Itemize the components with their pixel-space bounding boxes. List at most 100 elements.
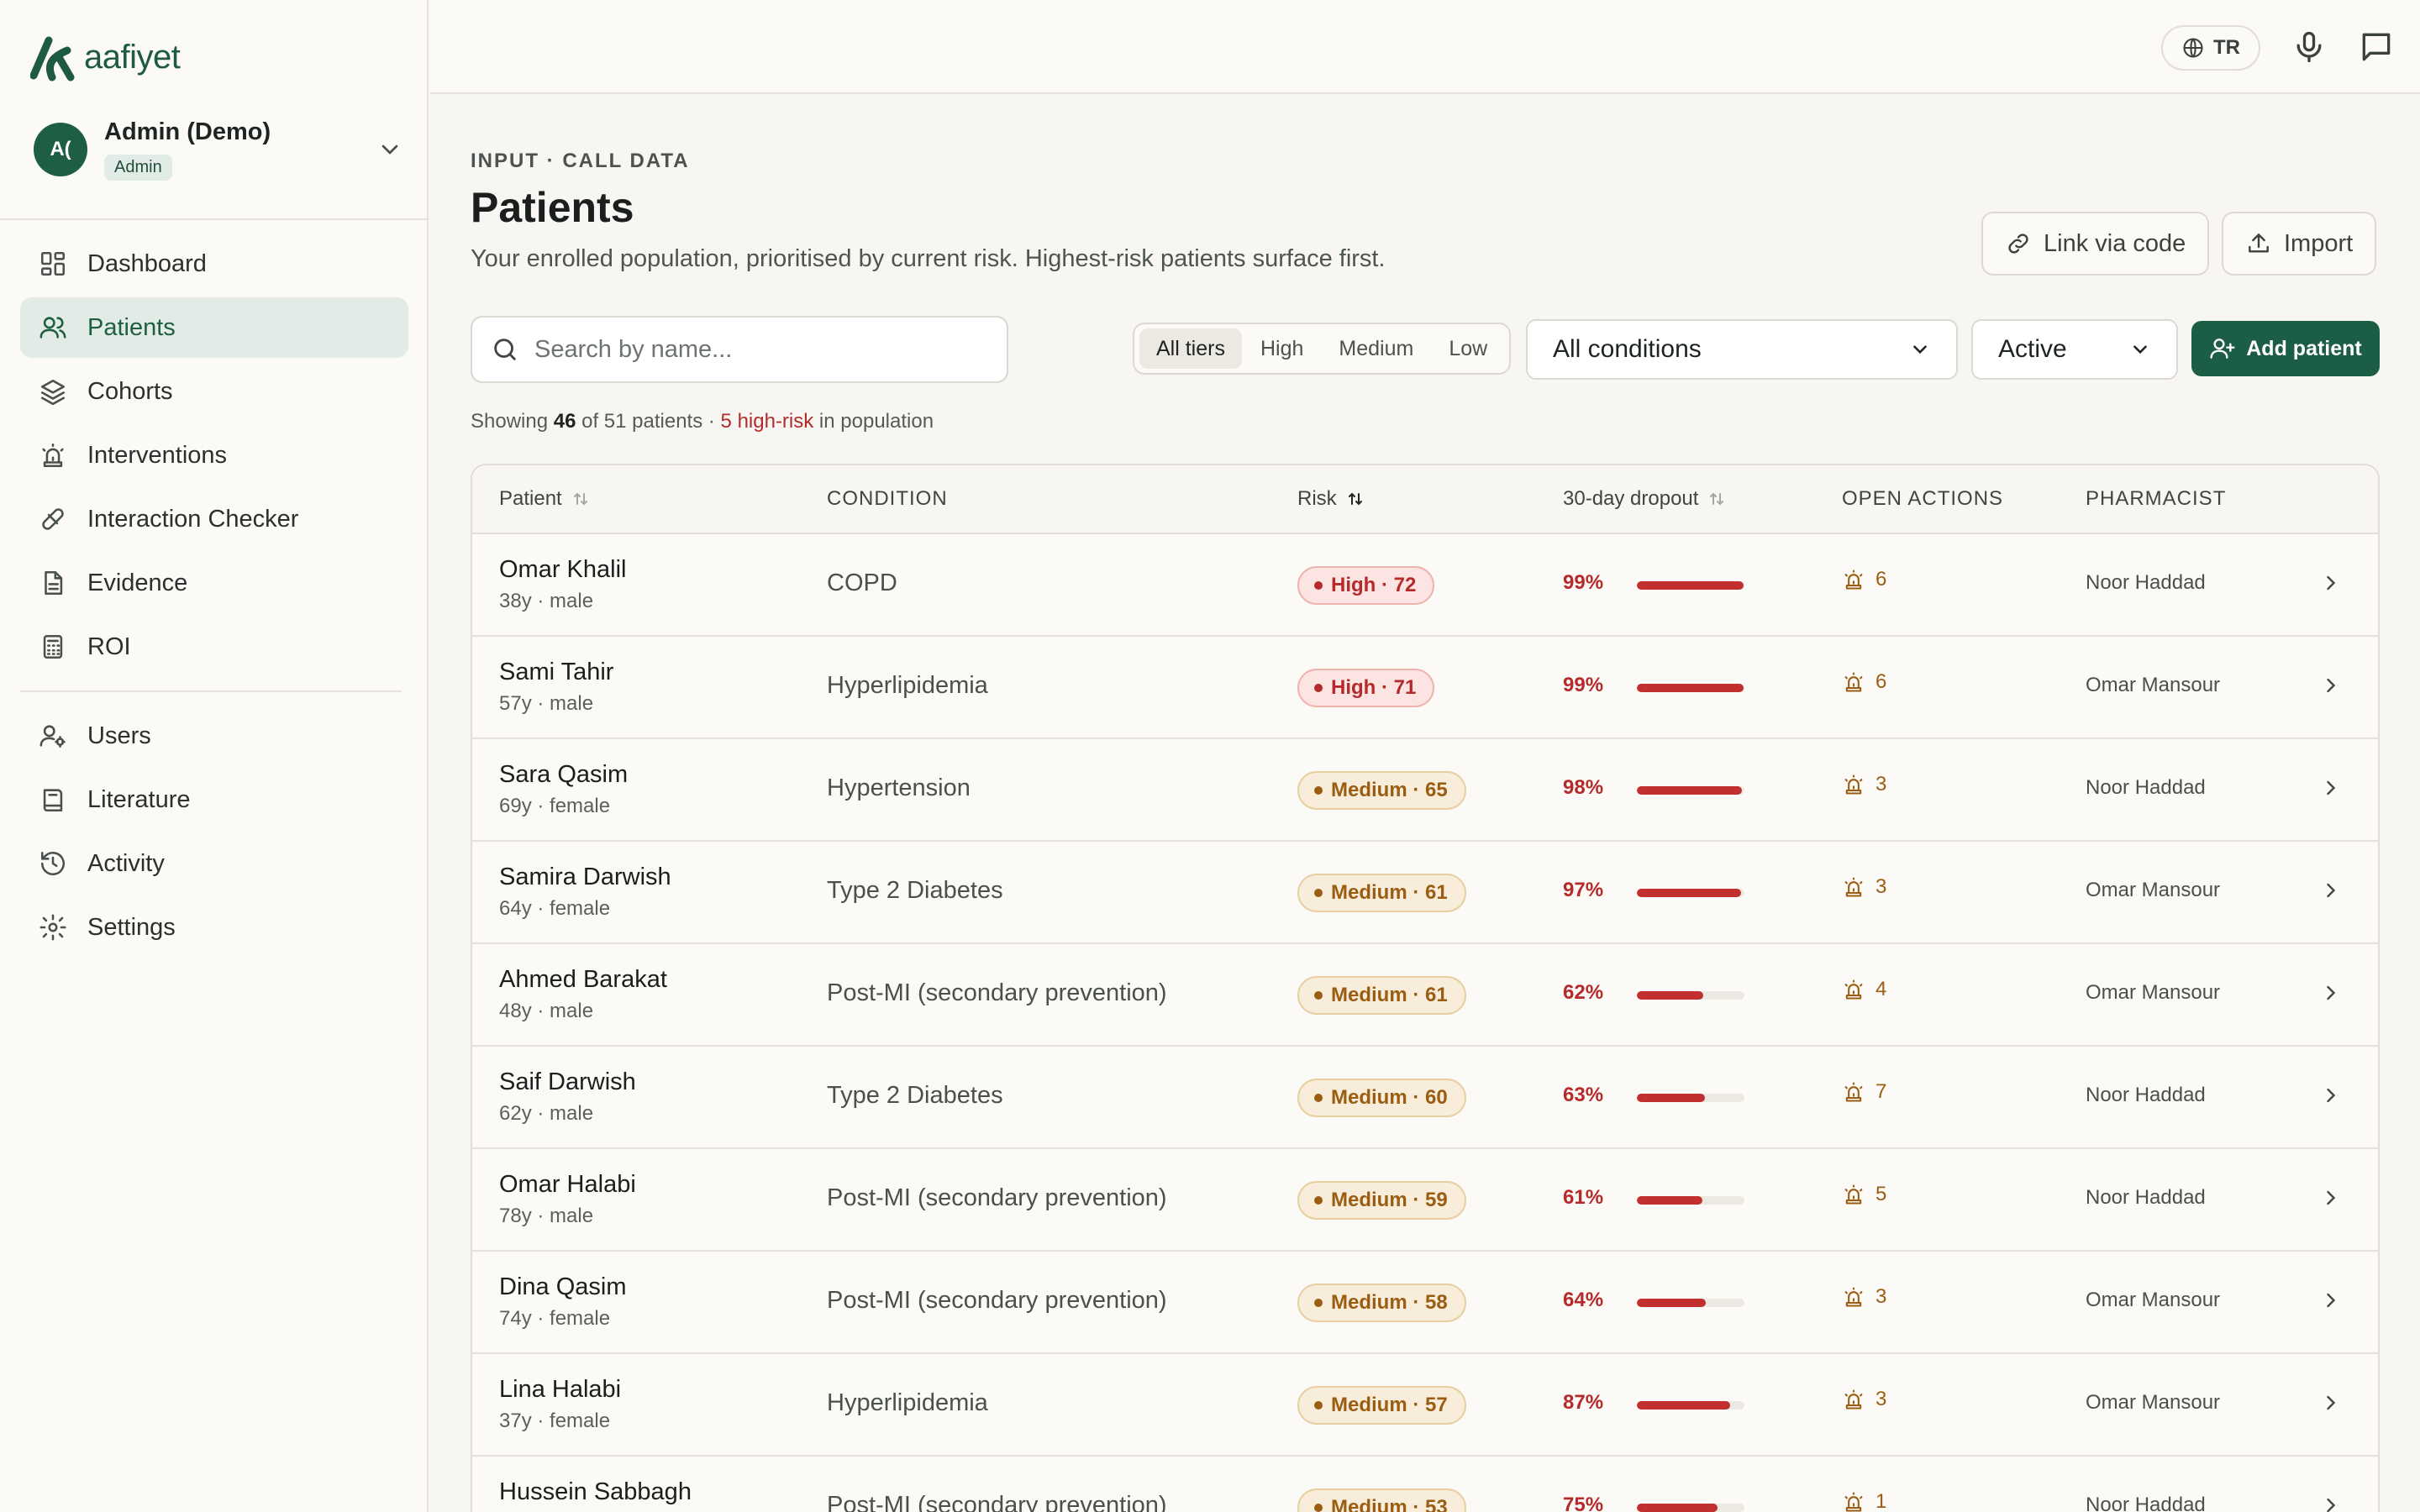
- pharmacist-name: Omar Mansour: [2086, 981, 2221, 1004]
- chat-icon[interactable]: [2358, 29, 2395, 66]
- chevron-right-icon[interactable]: [2319, 1186, 2343, 1210]
- patient-demographics: 57y · male: [499, 692, 594, 715]
- tier-option-low[interactable]: Low: [1432, 328, 1504, 369]
- search-input[interactable]: [534, 335, 988, 364]
- dropout-percent: 99%: [1563, 571, 1604, 594]
- history-icon: [40, 851, 66, 876]
- patient-name[interactable]: Omar Halabi: [499, 1171, 636, 1199]
- siren-icon: [42, 443, 64, 468]
- chevron-right-icon[interactable]: [2319, 981, 2343, 1005]
- column-risk[interactable]: Risk: [1297, 487, 1365, 511]
- chevron-right-icon[interactable]: [2319, 776, 2343, 800]
- table-row[interactable]: Sara Qasim 69y · female Hypertension Medium…: [472, 739, 2378, 842]
- table-row[interactable]: Hussein Sabbagh Post-MI (secondary preven…: [472, 1457, 2378, 1512]
- sidebar-item-label: Patients: [87, 313, 176, 341]
- status-select[interactable]: Active: [1971, 319, 2178, 380]
- pill-icon: [42, 508, 64, 530]
- sidebar-item-interventions[interactable]: Interventions: [20, 425, 408, 486]
- risk-dot: [1314, 1094, 1323, 1102]
- patient-name[interactable]: Ahmed Barakat: [499, 966, 667, 994]
- risk-badge: Medium · 58: [1297, 1284, 1466, 1322]
- table-row[interactable]: Samira Darwish 64y · female Type 2 Diabete…: [472, 842, 2378, 944]
- sidebar-item-activity[interactable]: Activity: [20, 833, 408, 894]
- patient-condition: COPD: [827, 570, 897, 596]
- chevron-right-icon[interactable]: [2319, 674, 2343, 697]
- sidebar-item-users[interactable]: Users: [20, 706, 408, 766]
- chevron-right-icon[interactable]: [2319, 1084, 2343, 1107]
- patient-condition: Post-MI (secondary prevention): [827, 1287, 1167, 1314]
- dropout-bar-fill: [1637, 1196, 1703, 1205]
- pharmacist-name: Omar Mansour: [2086, 1391, 2221, 1414]
- chevron-right-icon[interactable]: [2319, 571, 2343, 595]
- table-row[interactable]: Ahmed Barakat 48y · male Post-MI (secondar…: [472, 944, 2378, 1047]
- sidebar-item-roi[interactable]: ROI: [20, 617, 408, 677]
- table-row[interactable]: Omar Khalil 38y · male COPD High · 72 99% 6 No…: [472, 534, 2378, 637]
- sidebar-item-literature[interactable]: Literature: [20, 769, 408, 830]
- sidebar-item-label: Activity: [87, 849, 165, 877]
- add-patient-button[interactable]: Add patient: [2191, 321, 2380, 376]
- sidebar-item-settings[interactable]: Settings: [20, 897, 408, 958]
- table-row[interactable]: Dina Qasim 74y · female Post-MI (secondary…: [472, 1252, 2378, 1354]
- layers-icon: [40, 379, 66, 406]
- siren-icon: [1844, 1287, 1863, 1307]
- chevron-down-icon[interactable]: [376, 136, 403, 163]
- dropout-bar: [1637, 1299, 1744, 1307]
- search-box[interactable]: [471, 316, 1008, 383]
- patient-name[interactable]: Hussein Sabbagh: [499, 1478, 692, 1506]
- sidebar-item-cohorts[interactable]: Cohorts: [20, 361, 408, 422]
- patient-name[interactable]: Sara Qasim: [499, 761, 628, 789]
- patient-name[interactable]: Omar Khalil: [499, 556, 627, 584]
- chevron-right-icon[interactable]: [2319, 1391, 2343, 1415]
- account-name: Admin (Demo): [104, 118, 271, 145]
- users-icon: [39, 317, 66, 339]
- import-button[interactable]: Import: [2222, 212, 2377, 276]
- patient-demographics: 69y · female: [499, 795, 611, 817]
- table-row[interactable]: Omar Halabi 78y · male Post-MI (secondary …: [472, 1149, 2378, 1252]
- sidebar-item-label: Users: [87, 722, 151, 749]
- language-toggle[interactable]: TR: [2161, 25, 2260, 71]
- patient-name[interactable]: Lina Halabi: [499, 1376, 621, 1404]
- tier-option-medium[interactable]: Medium: [1322, 328, 1430, 369]
- table-row[interactable]: Sami Tahir 57y · male Hyperlipidemia High ·…: [472, 637, 2378, 739]
- table-row[interactable]: Saif Darwish 62y · male Type 2 Diabetes Med…: [472, 1047, 2378, 1149]
- chevron-right-icon[interactable]: [2319, 1289, 2343, 1312]
- high-risk-count: 5 high-risk: [720, 410, 814, 433]
- main-nav: Dashboard Patients Cohorts Interventions Int…: [20, 234, 408, 680]
- sidebar-item-dashboard[interactable]: Dashboard: [20, 234, 408, 294]
- column-patient[interactable]: Patient: [499, 487, 591, 511]
- account-switcher[interactable]: A( Admin (Demo) Admin: [34, 118, 403, 181]
- dropout-bar-fill: [1637, 991, 1704, 1000]
- dropout-bar-fill: [1637, 581, 1744, 590]
- condition-select[interactable]: All conditions: [1526, 319, 1958, 380]
- dropout-bar-fill: [1637, 1094, 1705, 1102]
- link-via-code-button[interactable]: Link via code: [1981, 212, 2210, 276]
- sidebar-item-label: Cohorts: [87, 377, 173, 405]
- secondary-nav: Users Literature Activity Settings: [20, 706, 408, 961]
- pharmacist-name: Noor Haddad: [2086, 1494, 2206, 1512]
- tier-option-high[interactable]: High: [1244, 328, 1320, 369]
- patient-condition: Type 2 Diabetes: [827, 877, 1003, 904]
- sidebar-item-interaction-checker[interactable]: Interaction Checker: [20, 489, 408, 549]
- sidebar-item-patients[interactable]: Patients: [20, 297, 408, 358]
- avatar: A(: [34, 123, 87, 176]
- patient-name[interactable]: Samira Darwish: [499, 864, 671, 891]
- patient-name[interactable]: Dina Qasim: [499, 1273, 627, 1301]
- brand-logo[interactable]: aafiyet: [30, 32, 181, 82]
- dropout-bar-fill: [1637, 1504, 1718, 1512]
- patient-name[interactable]: Saif Darwish: [499, 1068, 636, 1096]
- column-dropout[interactable]: 30-day dropout: [1563, 487, 1727, 511]
- open-actions: 6: [1842, 568, 1886, 591]
- tier-option-all-tiers[interactable]: All tiers: [1139, 328, 1242, 369]
- sidebar-item-label: Interaction Checker: [87, 505, 299, 533]
- patient-name[interactable]: Sami Tahir: [499, 659, 613, 686]
- dropout-bar: [1637, 1504, 1744, 1512]
- chevron-right-icon[interactable]: [2319, 879, 2343, 902]
- patient-condition: Hyperlipidemia: [827, 1389, 988, 1416]
- patient-condition: Post-MI (secondary prevention): [827, 1492, 1167, 1512]
- microphone-icon[interactable]: [2291, 29, 2328, 66]
- table-row[interactable]: Lina Halabi 37y · female Hyperlipidemia Med…: [472, 1354, 2378, 1457]
- language-code: TR: [2213, 36, 2240, 59]
- page-subtitle: Your enrolled population, prioritised by…: [471, 245, 1386, 272]
- sidebar-item-evidence[interactable]: Evidence: [20, 553, 408, 613]
- chevron-right-icon[interactable]: [2319, 1494, 2343, 1512]
